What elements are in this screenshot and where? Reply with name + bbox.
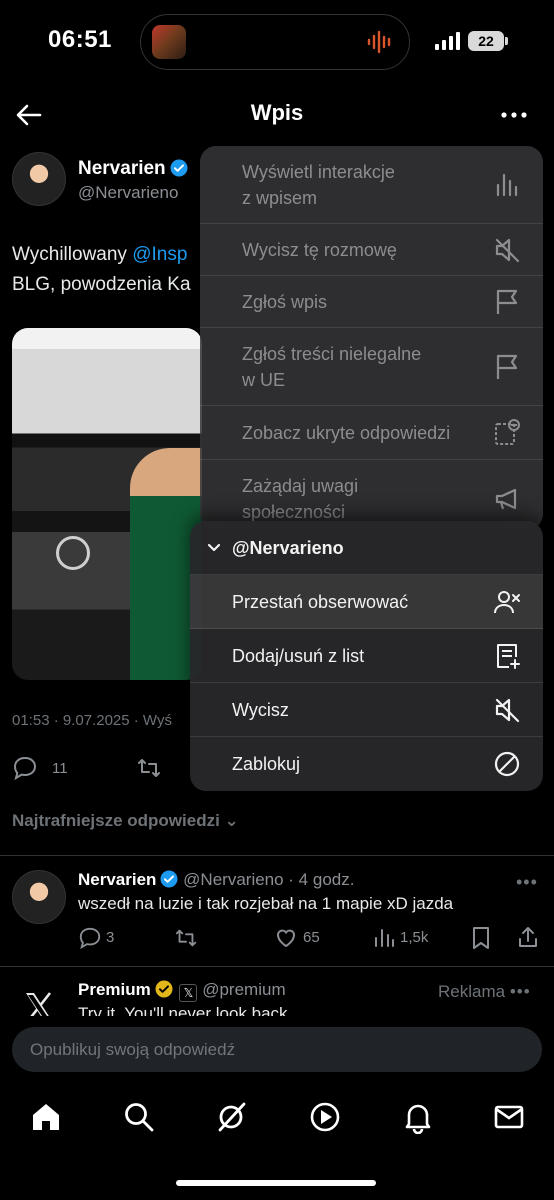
post-options-menu: Wyświetl interakcje z wpisem Wycisz tę r… [200, 146, 543, 530]
menu-item-request-community-note[interactable]: Zażądaj uwagi społeczności [200, 460, 543, 530]
menu-item-label: Dodaj/usuń z list [232, 646, 365, 666]
menu-item-block[interactable]: Zablokuj [190, 737, 543, 791]
menu-item-mute-account[interactable]: Wycisz [190, 683, 543, 737]
tweet-mention-link[interactable]: @Insp [132, 244, 187, 265]
more-options-icon[interactable] [498, 100, 530, 130]
tweet-text-line2: BLG, powodzenia Ka [12, 274, 191, 295]
reply-header: Nervarien @Nervarieno · 4 godz. [78, 870, 354, 890]
reply-reply-count: 3 [106, 929, 115, 946]
menu-item-report-illegal-eu[interactable]: Zgłoś treści nielegalne w UE [200, 328, 543, 406]
retweet-icon[interactable] [136, 755, 162, 781]
chevron-down-icon [207, 543, 221, 552]
menu-item-label: Zażądaj uwagi społeczności [242, 476, 359, 522]
menu-item-label: Zgłoś wpis [242, 292, 328, 312]
flag-icon [496, 289, 518, 314]
notifications-bell-icon[interactable] [401, 1100, 435, 1134]
mute-icon [495, 698, 520, 723]
verified-badge-icon [170, 159, 188, 177]
hidden-replies-icon [495, 419, 520, 445]
menu-item-view-interactions[interactable]: Wyświetl interakcje z wpisem [200, 146, 543, 224]
messages-icon[interactable] [492, 1100, 526, 1134]
divider [0, 855, 554, 856]
grok-icon[interactable] [214, 1100, 248, 1134]
reply-like-count: 65 [303, 929, 320, 946]
menu-item-add-remove-lists[interactable]: Dodaj/usuń z list [190, 629, 543, 683]
share-icon[interactable] [516, 925, 540, 949]
ad-more-icon[interactable]: ••• [510, 982, 531, 1001]
now-playing-artwork [152, 25, 186, 59]
reply-author-name[interactable]: Nervarien [78, 870, 156, 889]
menu-item-label: Wycisz tę rozmowę [242, 240, 397, 260]
home-indicator [176, 1180, 376, 1186]
ad-label-text: Reklama [438, 982, 506, 1001]
reply-compose-input[interactable]: Opublikuj swoją odpowiedź [12, 1027, 542, 1072]
page-title: Wpis [250, 100, 304, 125]
divider [0, 966, 554, 967]
ad-handle: @premium [202, 980, 286, 999]
verified-badge-icon [160, 870, 178, 888]
menu-item-label: Wycisz [232, 700, 289, 720]
author-name-text: Nervarien [78, 158, 166, 179]
account-menu-header[interactable]: @Nervarieno [190, 521, 543, 575]
menu-item-label: Wyświetl interakcje z wpisem [242, 162, 395, 208]
van-logo [56, 536, 90, 570]
search-icon[interactable] [122, 1100, 156, 1134]
menu-item-hidden-replies[interactable]: Zobacz ukryte odpowiedzi [200, 406, 543, 460]
ad-header: Premium 𝕏 @premium [78, 980, 286, 1002]
tweet-text: Wychillowany @Insp BLG, powodzenia Ka [12, 240, 202, 300]
reply-view-count: 1,5k [400, 929, 429, 946]
author-avatar[interactable] [12, 152, 66, 206]
menu-item-unfollow[interactable]: Przestań obserwować [190, 575, 543, 629]
replies-sort-label: Najtrafniejsze odpowiedzi [12, 811, 220, 830]
reply-icon[interactable] [78, 926, 102, 950]
menu-item-report-post[interactable]: Zgłoś wpis [200, 276, 543, 328]
retweet-icon[interactable] [174, 926, 198, 950]
unfollow-icon [494, 591, 520, 614]
audio-wave-icon [367, 30, 391, 54]
account-options-menu: @Nervarieno Przestań obserwować Dodaj/us… [190, 521, 543, 791]
reply-text: wszedł na luzie i tak rozjebał na 1 mapi… [78, 894, 454, 913]
chevron-down-icon: ⌄ [224, 811, 239, 830]
tweet-photo[interactable] [12, 328, 202, 680]
bar-chart-icon [496, 173, 518, 197]
like-icon[interactable] [274, 926, 298, 950]
reply-icon[interactable] [12, 755, 38, 781]
reply-author-avatar[interactable] [12, 870, 66, 924]
reply-more-icon[interactable]: ••• [516, 872, 538, 893]
signal-icon [435, 32, 460, 50]
menu-item-label: Zablokuj [232, 754, 301, 774]
author-handle[interactable]: @Nervarieno [78, 183, 178, 203]
menu-item-mute-conversation[interactable]: Wycisz tę rozmowę [200, 224, 543, 276]
menu-item-label: Przestań obserwować [232, 592, 409, 612]
replies-sort-dropdown[interactable]: Najtrafniejsze odpowiedzi ⌄ [12, 811, 239, 831]
megaphone-icon [495, 488, 517, 510]
tweet-text-prefix: Wychillowany [12, 244, 133, 265]
ad-label: Reklama ••• [438, 982, 531, 1002]
battery-tip [505, 37, 508, 45]
mute-icon [495, 238, 520, 263]
author-name[interactable]: Nervarien [78, 158, 188, 180]
account-menu-handle: @Nervarieno [232, 538, 344, 558]
ad-account-name[interactable]: Premium [78, 980, 151, 999]
status-time: 06:51 [48, 26, 112, 53]
list-add-icon [497, 644, 520, 669]
tweet-meta: 01:53 · 9.07.2025 · Wyś [12, 712, 172, 729]
menu-item-label: Zobacz ukryte odpowiedzi [242, 423, 451, 443]
reply-handle-time: @Nervarieno · 4 godz. [183, 870, 355, 889]
battery-indicator: 22 [468, 31, 504, 51]
menu-item-label: Zgłoś treści nielegalne w UE [242, 344, 422, 390]
views-icon[interactable] [372, 926, 396, 950]
video-icon[interactable] [308, 1100, 342, 1134]
reply-count: 11 [52, 760, 68, 777]
block-icon [494, 751, 520, 777]
flag-icon [496, 354, 518, 379]
gold-verified-badge-icon [155, 980, 173, 998]
home-icon[interactable] [29, 1100, 63, 1134]
x-affiliate-badge-icon: 𝕏 [179, 984, 198, 1002]
bookmark-icon[interactable] [470, 926, 492, 950]
